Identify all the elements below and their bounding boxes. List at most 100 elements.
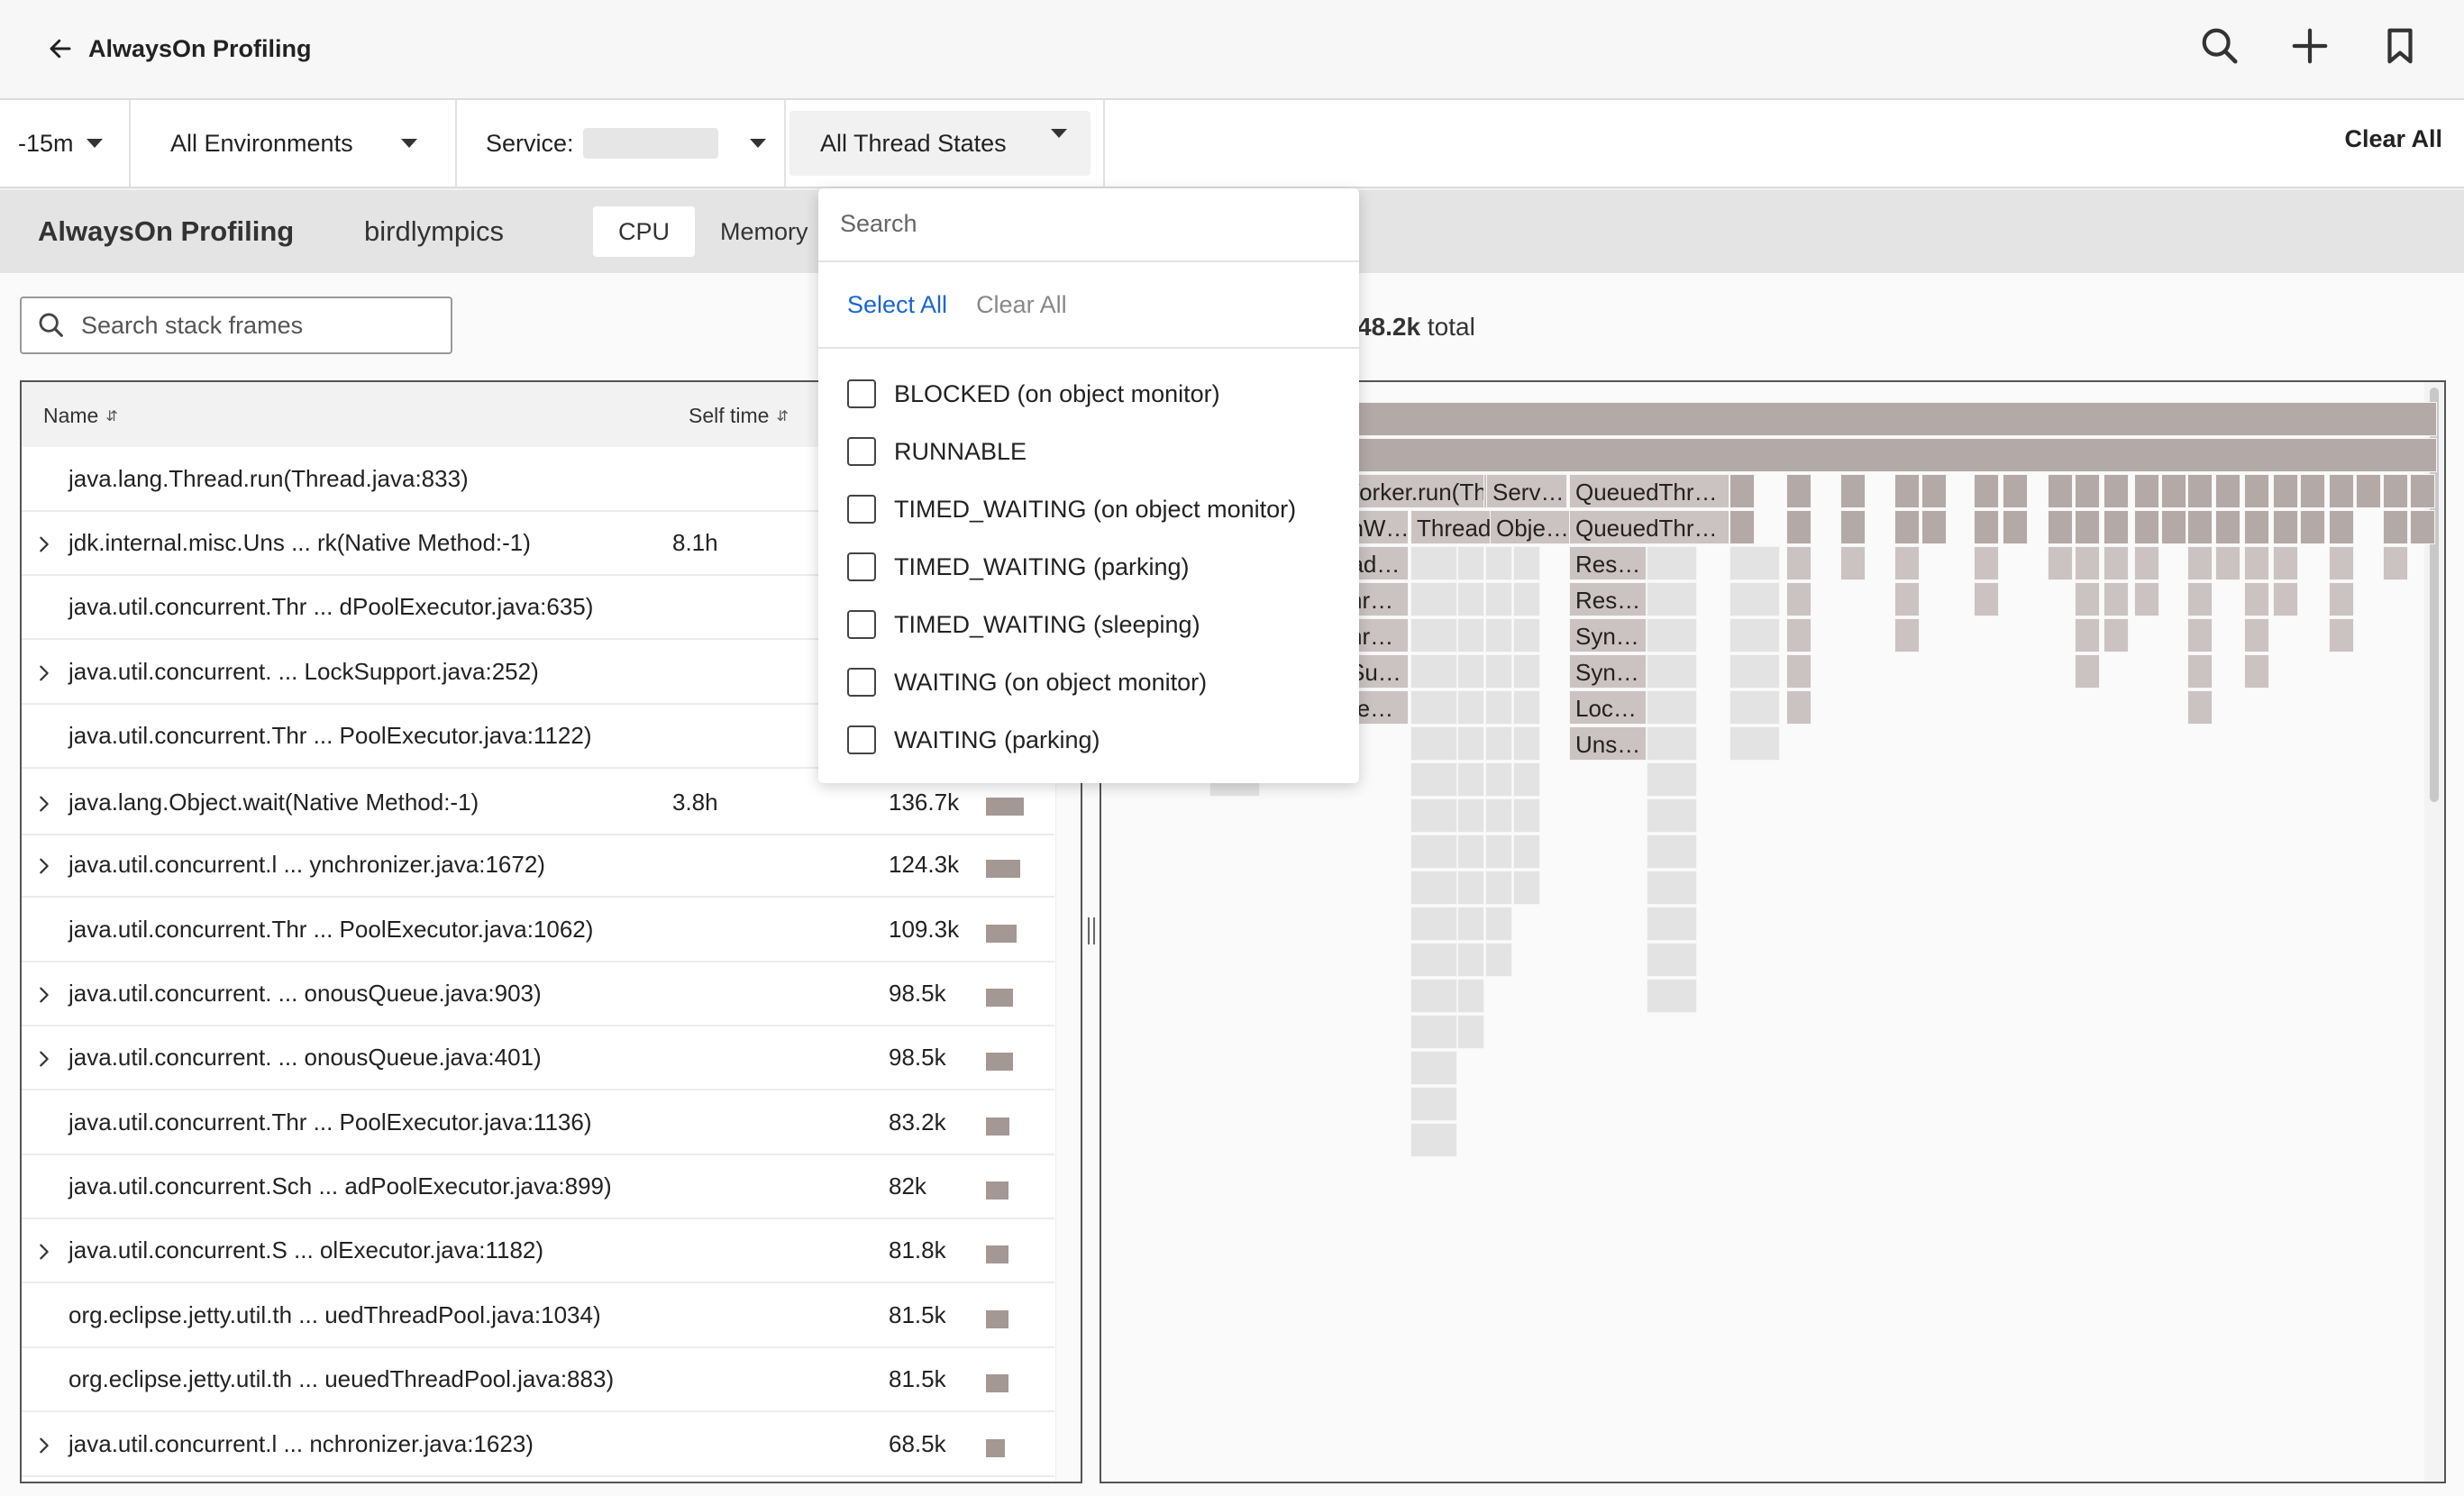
flame-frame[interactable]: [2075, 474, 2100, 508]
flame-frame[interactable]: [2329, 618, 2354, 652]
flame-frame[interactable]: [2215, 510, 2240, 544]
table-row[interactable]: java.util.concurrent.l ... ynchronizer.j…: [22, 833, 1054, 898]
flame-frame[interactable]: [2383, 510, 2408, 544]
flame-frame[interactable]: [1647, 546, 1697, 580]
flame-frame[interactable]: [1410, 546, 1457, 580]
flame-frame[interactable]: [2300, 474, 2325, 508]
flame-frame[interactable]: [1647, 654, 1697, 689]
column-header-self-time[interactable]: Self time ⇵: [689, 404, 789, 428]
flame-frame[interactable]: [2187, 654, 2213, 689]
flame-frame[interactable]: [2244, 654, 2269, 689]
checkbox[interactable]: [847, 725, 876, 754]
flame-frame[interactable]: [1647, 690, 1697, 725]
flame-frame[interactable]: [2134, 474, 2159, 508]
flame-frame[interactable]: [1513, 546, 1540, 580]
table-row[interactable]: java.util.concurrent.S ... olExecutor.ja…: [22, 1218, 1054, 1283]
flame-frame[interactable]: [2134, 510, 2159, 544]
flame-frame[interactable]: [2215, 546, 2240, 580]
flame-frame[interactable]: [2048, 474, 2073, 508]
flame-frame[interactable]: [1786, 582, 1811, 616]
flame-frame[interactable]: Res…: [1569, 582, 1647, 616]
flame-frame[interactable]: [2048, 510, 2073, 544]
thread-state-search-input[interactable]: [840, 210, 1337, 238]
flame-frame[interactable]: [1485, 654, 1512, 689]
flame-frame[interactable]: [1485, 871, 1512, 905]
flame-frame[interactable]: [1974, 582, 1999, 616]
flame-frame[interactable]: [1485, 943, 1512, 977]
flame-frame[interactable]: [1457, 871, 1484, 905]
back-link[interactable]: AlwaysOn Profiling: [47, 31, 312, 67]
flame-frame[interactable]: [1410, 1087, 1457, 1121]
table-row[interactable]: java.util.concurrent. ... onousQueue.jav…: [22, 962, 1054, 1026]
flame-frame[interactable]: [1647, 762, 1697, 797]
flame-frame[interactable]: [2003, 474, 2028, 508]
flame-frame[interactable]: [1840, 474, 1866, 508]
checkbox[interactable]: [847, 437, 876, 466]
flame-frame[interactable]: [1647, 726, 1697, 761]
flame-frame[interactable]: [2329, 510, 2354, 544]
table-row[interactable]: org.eclipse.jetty.util.th ... uedThreadP…: [22, 1283, 1054, 1348]
flame-frame[interactable]: [1894, 546, 1920, 580]
search-icon[interactable]: [2199, 25, 2240, 67]
flame-frame[interactable]: [1410, 798, 1457, 833]
flame-frame[interactable]: [1647, 798, 1697, 833]
flame-frame[interactable]: [1485, 582, 1512, 616]
flame-frame[interactable]: [2187, 618, 2213, 652]
flame-frame[interactable]: [2048, 546, 2073, 580]
flame-frame[interactable]: [2075, 510, 2100, 544]
tab-cpu[interactable]: CPU: [593, 206, 696, 257]
flame-frame[interactable]: [2134, 582, 2159, 616]
flame-frame[interactable]: [2300, 510, 2325, 544]
flame-frame[interactable]: [1840, 510, 1866, 544]
checkbox[interactable]: [847, 379, 876, 408]
search-stack-frames-input[interactable]: Search stack frames: [20, 296, 452, 354]
flame-frame[interactable]: [2104, 510, 2129, 544]
flame-frame[interactable]: Obje…: [1490, 510, 1571, 544]
flame-frame[interactable]: [1647, 871, 1697, 905]
flame-frame[interactable]: [2244, 474, 2269, 508]
chevron-right-icon[interactable]: [34, 533, 54, 552]
flame-frame[interactable]: [1457, 907, 1484, 941]
flame-frame[interactable]: [2273, 474, 2298, 508]
table-row[interactable]: java.util.concurrent.Sch ... adPoolExecu…: [22, 1154, 1054, 1219]
chevron-right-icon[interactable]: [34, 792, 54, 812]
table-row[interactable]: java.util.concurrent.Thr ... PoolExecuto…: [22, 898, 1054, 962]
flame-frame[interactable]: [1894, 618, 1920, 652]
flame-frame[interactable]: [1894, 474, 1920, 508]
flame-frame[interactable]: [1729, 618, 1780, 652]
thread-state-option[interactable]: TIMED_WAITING (parking): [818, 538, 1359, 596]
flame-frame[interactable]: [1457, 943, 1484, 977]
flame-frame[interactable]: QueuedThr…: [1569, 474, 1729, 508]
thread-state-option[interactable]: WAITING (parking): [818, 711, 1359, 769]
flame-frame[interactable]: [1647, 979, 1697, 1013]
flame-frame[interactable]: [2161, 510, 2186, 544]
flame-frame[interactable]: [2187, 546, 2213, 580]
flame-frame[interactable]: [1457, 762, 1484, 797]
flame-frame[interactable]: [1729, 474, 1755, 508]
flame-frame[interactable]: [1513, 582, 1540, 616]
flame-frame[interactable]: [2244, 618, 2269, 652]
flame-frame[interactable]: Loc…: [1569, 690, 1647, 725]
flame-frame[interactable]: [1457, 798, 1484, 833]
service-filter[interactable]: Service:: [457, 100, 786, 187]
flame-frame[interactable]: [1410, 654, 1457, 689]
flame-frame[interactable]: [1513, 835, 1540, 869]
flame-frame[interactable]: [2244, 510, 2269, 544]
flame-frame[interactable]: [2187, 510, 2213, 544]
flame-frame[interactable]: [1410, 690, 1457, 725]
flame-frame[interactable]: [1457, 1015, 1484, 1049]
checkbox[interactable]: [847, 668, 876, 697]
flame-frame[interactable]: [1485, 798, 1512, 833]
flame-frame[interactable]: [1513, 654, 1540, 689]
flame-frame[interactable]: [2244, 546, 2269, 580]
flame-frame[interactable]: [1513, 726, 1540, 761]
flame-frame[interactable]: [1729, 510, 1755, 544]
flame-frame[interactable]: [2273, 546, 2298, 580]
resize-handle[interactable]: [1088, 917, 1095, 944]
flame-frame[interactable]: [2273, 582, 2298, 616]
flame-frame[interactable]: [2244, 582, 2269, 616]
thread-state-option[interactable]: RUNNABLE: [818, 423, 1359, 480]
flame-frame[interactable]: [2329, 582, 2354, 616]
flame-frame[interactable]: [1921, 510, 1947, 544]
flame-frame[interactable]: [1457, 618, 1484, 652]
